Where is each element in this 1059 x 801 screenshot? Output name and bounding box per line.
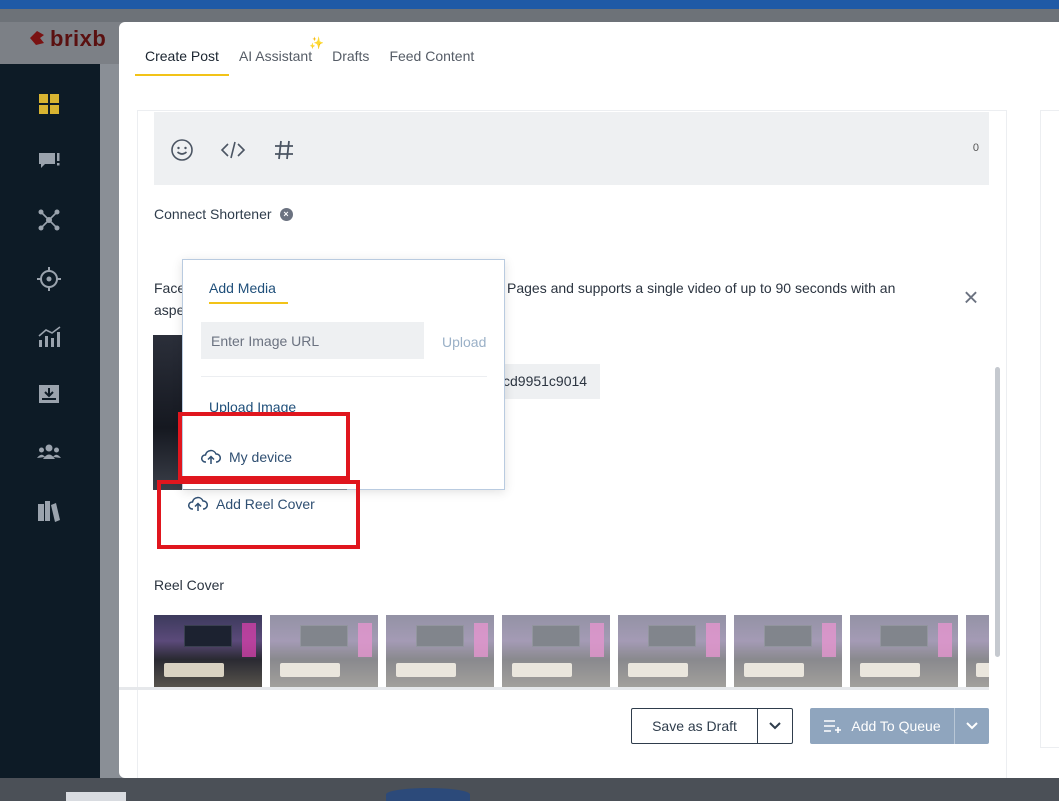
emoji-icon[interactable] bbox=[169, 137, 195, 163]
reel-cover-thumbnail[interactable] bbox=[270, 615, 378, 689]
highlight-box-add-reel-cover bbox=[157, 480, 360, 549]
description-text: aspe bbox=[154, 302, 185, 318]
divider bbox=[119, 687, 989, 690]
highlight-box-my-device bbox=[178, 412, 350, 480]
reel-cover-thumbnail[interactable] bbox=[966, 615, 989, 689]
reel-cover-label: Reel Cover bbox=[154, 577, 225, 593]
sidebar-item-team[interactable] bbox=[33, 436, 65, 468]
sidebar-item-inbox[interactable] bbox=[33, 378, 65, 410]
description-text: Pages and supports a single video of up … bbox=[507, 280, 896, 296]
library-icon bbox=[38, 501, 60, 522]
close-icon[interactable]: × bbox=[959, 284, 983, 310]
save-draft-label[interactable]: Save as Draft bbox=[632, 709, 758, 743]
editor-toolbar: 0 bbox=[154, 112, 989, 185]
tab-drafts[interactable]: Drafts bbox=[322, 44, 379, 76]
media-id-chip: cd9951c9014 bbox=[495, 364, 600, 399]
tab-ai-assistant[interactable]: AI Assistant ✨ bbox=[229, 36, 324, 76]
description-text: Face bbox=[154, 280, 186, 296]
sidebar-item-network[interactable] bbox=[33, 204, 65, 236]
reel-cover-thumbnail[interactable] bbox=[386, 615, 494, 689]
chat-alert-icon bbox=[39, 153, 60, 168]
dashboard-icon bbox=[39, 94, 59, 114]
target-icon bbox=[37, 267, 61, 291]
tab-create-post[interactable]: Create Post bbox=[135, 44, 229, 76]
connect-shortener[interactable]: Connect Shortener × bbox=[154, 206, 293, 222]
reel-cover-thumbnail[interactable] bbox=[154, 615, 262, 689]
network-icon bbox=[38, 209, 60, 231]
chevron-down-icon[interactable] bbox=[758, 709, 792, 743]
team-icon bbox=[37, 444, 61, 459]
logo-text: brixb bbox=[50, 26, 107, 51]
sidebar-item-library[interactable] bbox=[33, 495, 65, 527]
remove-shortener-icon[interactable]: × bbox=[279, 207, 293, 221]
reel-cover-strip bbox=[154, 615, 989, 689]
scrollbar[interactable] bbox=[995, 367, 1000, 657]
header-backdrop bbox=[0, 9, 1059, 22]
inbox-icon bbox=[39, 385, 59, 403]
tab-feed-content[interactable]: Feed Content bbox=[379, 44, 484, 76]
preview-panel bbox=[1040, 110, 1059, 748]
image-url-input[interactable] bbox=[201, 322, 424, 359]
browser-top-bar bbox=[0, 0, 1059, 9]
reel-cover-thumbnail[interactable] bbox=[618, 615, 726, 689]
sidebar-item-analytics[interactable] bbox=[33, 321, 65, 353]
sidebar-item-target[interactable] bbox=[33, 263, 65, 295]
tab-add-media[interactable]: Add Media bbox=[209, 280, 288, 304]
code-icon[interactable] bbox=[220, 137, 246, 163]
analytics-icon bbox=[38, 326, 61, 347]
tab-bar: Create Post AI Assistant ✨ Drafts Feed Co… bbox=[135, 36, 484, 76]
reel-cover-thumbnail[interactable] bbox=[502, 615, 610, 689]
sidebar-item-messages[interactable] bbox=[33, 145, 65, 177]
hashtag-icon[interactable] bbox=[271, 137, 297, 163]
sidebar-item-dashboard[interactable] bbox=[33, 88, 65, 120]
sidebar bbox=[0, 64, 100, 801]
upload-button[interactable]: Upload bbox=[442, 334, 486, 350]
taskbar-segment bbox=[386, 788, 470, 801]
taskbar-segment bbox=[66, 792, 126, 801]
chevron-down-icon[interactable] bbox=[955, 708, 989, 744]
taskbar-strip bbox=[0, 778, 1059, 801]
reel-cover-thumbnail[interactable] bbox=[850, 615, 958, 689]
queue-add-icon bbox=[824, 720, 842, 733]
save-draft-button[interactable]: Save as Draft bbox=[631, 708, 793, 744]
add-to-queue-label[interactable]: Add To Queue bbox=[810, 708, 955, 744]
character-count: 0 bbox=[972, 142, 979, 154]
connect-shortener-label[interactable]: Connect Shortener bbox=[154, 206, 272, 222]
add-to-queue-button[interactable]: Add To Queue bbox=[810, 708, 989, 744]
divider bbox=[201, 376, 487, 377]
reel-cover-thumbnail[interactable] bbox=[734, 615, 842, 689]
